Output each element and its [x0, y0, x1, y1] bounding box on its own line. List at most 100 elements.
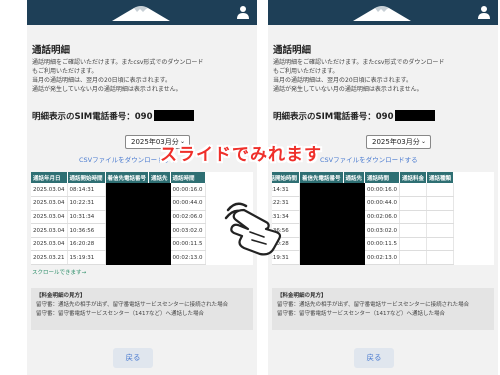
table-row: 2025.03.04 10:36:56 00:03:02.0	[31, 223, 206, 238]
cell-start: 15:19:31	[67, 250, 106, 265]
cell-duration: 00:02:13.0	[170, 250, 206, 265]
table-row: 08:14:31 00:00:16.0	[272, 183, 455, 198]
sim-number-label: 明細表示のSIM電話番号：090	[273, 112, 394, 122]
user-icon[interactable]	[478, 5, 490, 19]
redacted-cell	[148, 250, 171, 265]
call-table-scroll[interactable]: 通話開始時間 着信先電話番号 通話先 通話時間 通話料金 通話種類 08:14:…	[272, 172, 494, 265]
redacted-cell	[343, 237, 366, 252]
cell-date: 2025.03.04	[31, 183, 68, 198]
description-line: もご利用いただけます。	[273, 68, 339, 75]
mountain-logo-icon	[353, 6, 411, 21]
table-row: 10:22:31 00:00:44.0	[272, 196, 455, 211]
month-select[interactable]: 2025年03月分 ⌄	[366, 135, 431, 149]
fee-note-title: 【料金明細の見方】	[36, 293, 86, 299]
redacted-cell	[299, 237, 344, 252]
cell-fee	[399, 250, 428, 265]
cell-fee	[399, 210, 428, 225]
redacted-cell	[148, 183, 171, 198]
table-header: 着信先電話番号	[105, 172, 150, 183]
cell-type	[426, 223, 455, 238]
table-header: 通話年月日	[31, 172, 68, 183]
table-row: 2025.03.21 15:19:31 00:02:13.0	[31, 250, 206, 265]
table-header: 通話開始時間	[272, 172, 301, 183]
cell-duration: 00:00:44.0	[170, 196, 206, 211]
description-line: 通話が発生していない月の通話明細は表示されません。	[273, 86, 423, 93]
redacted-cell	[343, 196, 366, 211]
redacted-cell	[148, 196, 171, 211]
cell-duration: 00:00:44.0	[364, 196, 400, 211]
cell-type	[426, 183, 455, 198]
cell-type	[426, 250, 455, 265]
cell-duration: 00:03:02.0	[170, 223, 206, 238]
cell-date: 2025.03.04	[31, 210, 68, 225]
app-header	[268, 0, 498, 25]
call-table: 通話年月日 通話開始時間 着信先電話番号 通話先 通話時間 2025.03.04…	[31, 172, 206, 265]
cell-start: 10:22:31	[67, 196, 106, 211]
redacted-cell	[299, 223, 344, 238]
cell-date: 2025.03.04	[31, 237, 68, 252]
redacted-cell	[105, 223, 150, 238]
redacted-cell	[299, 210, 344, 225]
table-row: 2025.03.04 10:31:34 00:02:06.0	[31, 210, 206, 225]
cell-start: 16:20:28	[67, 237, 106, 252]
csv-download-link[interactable]: CSVファイルをダウンロードする	[320, 154, 450, 164]
slide-instruction-text: スライドでみれます	[160, 145, 322, 165]
description-line: 通話明細をご確認いただけます。またcsv形式でのダウンロード	[273, 59, 445, 66]
description-line: もご利用いただけます。	[32, 68, 98, 75]
fee-note-title: 【料金明細の見方】	[277, 293, 327, 299]
app-header	[27, 0, 257, 25]
mountain-logo-icon	[112, 6, 170, 21]
redacted-cell	[148, 210, 171, 225]
redacted-cell	[343, 250, 366, 265]
redacted-cell	[105, 196, 150, 211]
table-row: 2025.03.04 08:14:31 00:00:16.0	[31, 183, 206, 198]
redacted-cell	[148, 223, 171, 238]
page-title: 通話明細	[32, 45, 71, 56]
table-header: 通話種類	[426, 172, 455, 183]
table-header: 着信先電話番号	[299, 172, 344, 183]
cell-type	[426, 210, 455, 225]
cell-type	[426, 237, 455, 252]
cell-start: 08:14:31	[67, 183, 106, 198]
call-table-scroll[interactable]: 通話年月日 通話開始時間 着信先電話番号 通話先 通話時間 2025.03.04…	[31, 172, 253, 265]
screen-right: 通話明細 通話明細をご確認いただけます。またcsv形式でのダウンロード もご利用…	[268, 0, 498, 375]
cell-fee	[399, 223, 428, 238]
table-row: 2025.03.04 16:20:28 00:00:11.5	[31, 237, 206, 252]
cell-fee	[399, 237, 428, 252]
redacted-cell	[343, 183, 366, 198]
redacted-number	[153, 110, 194, 121]
redacted-cell	[299, 196, 344, 211]
table-row: 2025.03.04 10:22:31 00:00:44.0	[31, 196, 206, 211]
fee-note-line: 留守番：留守番電話サービスセンター（1417など）へ通話した場合	[277, 311, 445, 317]
back-button[interactable]: 戻る	[354, 348, 394, 368]
cell-start: 08:14:31	[272, 183, 301, 198]
cell-fee	[399, 196, 428, 211]
page-title: 通話明細	[273, 45, 312, 56]
cell-duration: 00:00:11.5	[364, 237, 400, 252]
redacted-cell	[343, 223, 366, 238]
cell-type	[426, 196, 455, 211]
user-icon[interactable]	[237, 5, 249, 19]
scroll-hint: スクロールできます→	[32, 270, 87, 276]
cell-duration: 00:00:11.5	[170, 237, 206, 252]
cell-duration: 00:02:13.0	[364, 250, 400, 265]
table-header: 通話時間	[170, 172, 206, 183]
sim-number-label: 明細表示のSIM電話番号：090	[32, 112, 153, 122]
table-row: 10:31:34 00:02:06.0	[272, 210, 455, 225]
chevron-down-icon: ⌄	[420, 138, 426, 145]
redacted-cell	[299, 250, 344, 265]
description-line: 当月の通話明細は、翌月の20日頃に表示されます。	[32, 77, 172, 84]
description-line: 通話が発生していない月の通話明細は表示されません。	[32, 86, 182, 93]
description-line: 当月の通話明細は、翌月の20日頃に表示されます。	[273, 77, 413, 84]
redacted-cell	[343, 210, 366, 225]
call-table: 通話開始時間 着信先電話番号 通話先 通話時間 通話料金 通話種類 08:14:…	[272, 172, 455, 265]
cell-date: 2025.03.21	[31, 250, 68, 265]
fee-note: 【料金明細の見方】 留守番：通話先の相手が出ず、留守番電話サービスセンターに接続…	[31, 288, 253, 330]
fee-note: 【料金明細の見方】 留守番：通話先の相手が出ず、留守番電話サービスセンターに接続…	[272, 288, 494, 330]
back-button[interactable]: 戻る	[113, 348, 153, 368]
sim-number: 明細表示のSIM電話番号：090	[273, 110, 435, 122]
cell-fee	[399, 183, 428, 198]
cell-duration: 00:00:16.0	[170, 183, 206, 198]
page-description: 通話明細をご確認いただけます。またcsv形式でのダウンロード もご利用いただけま…	[32, 58, 254, 94]
cell-date: 2025.03.04	[31, 196, 68, 211]
